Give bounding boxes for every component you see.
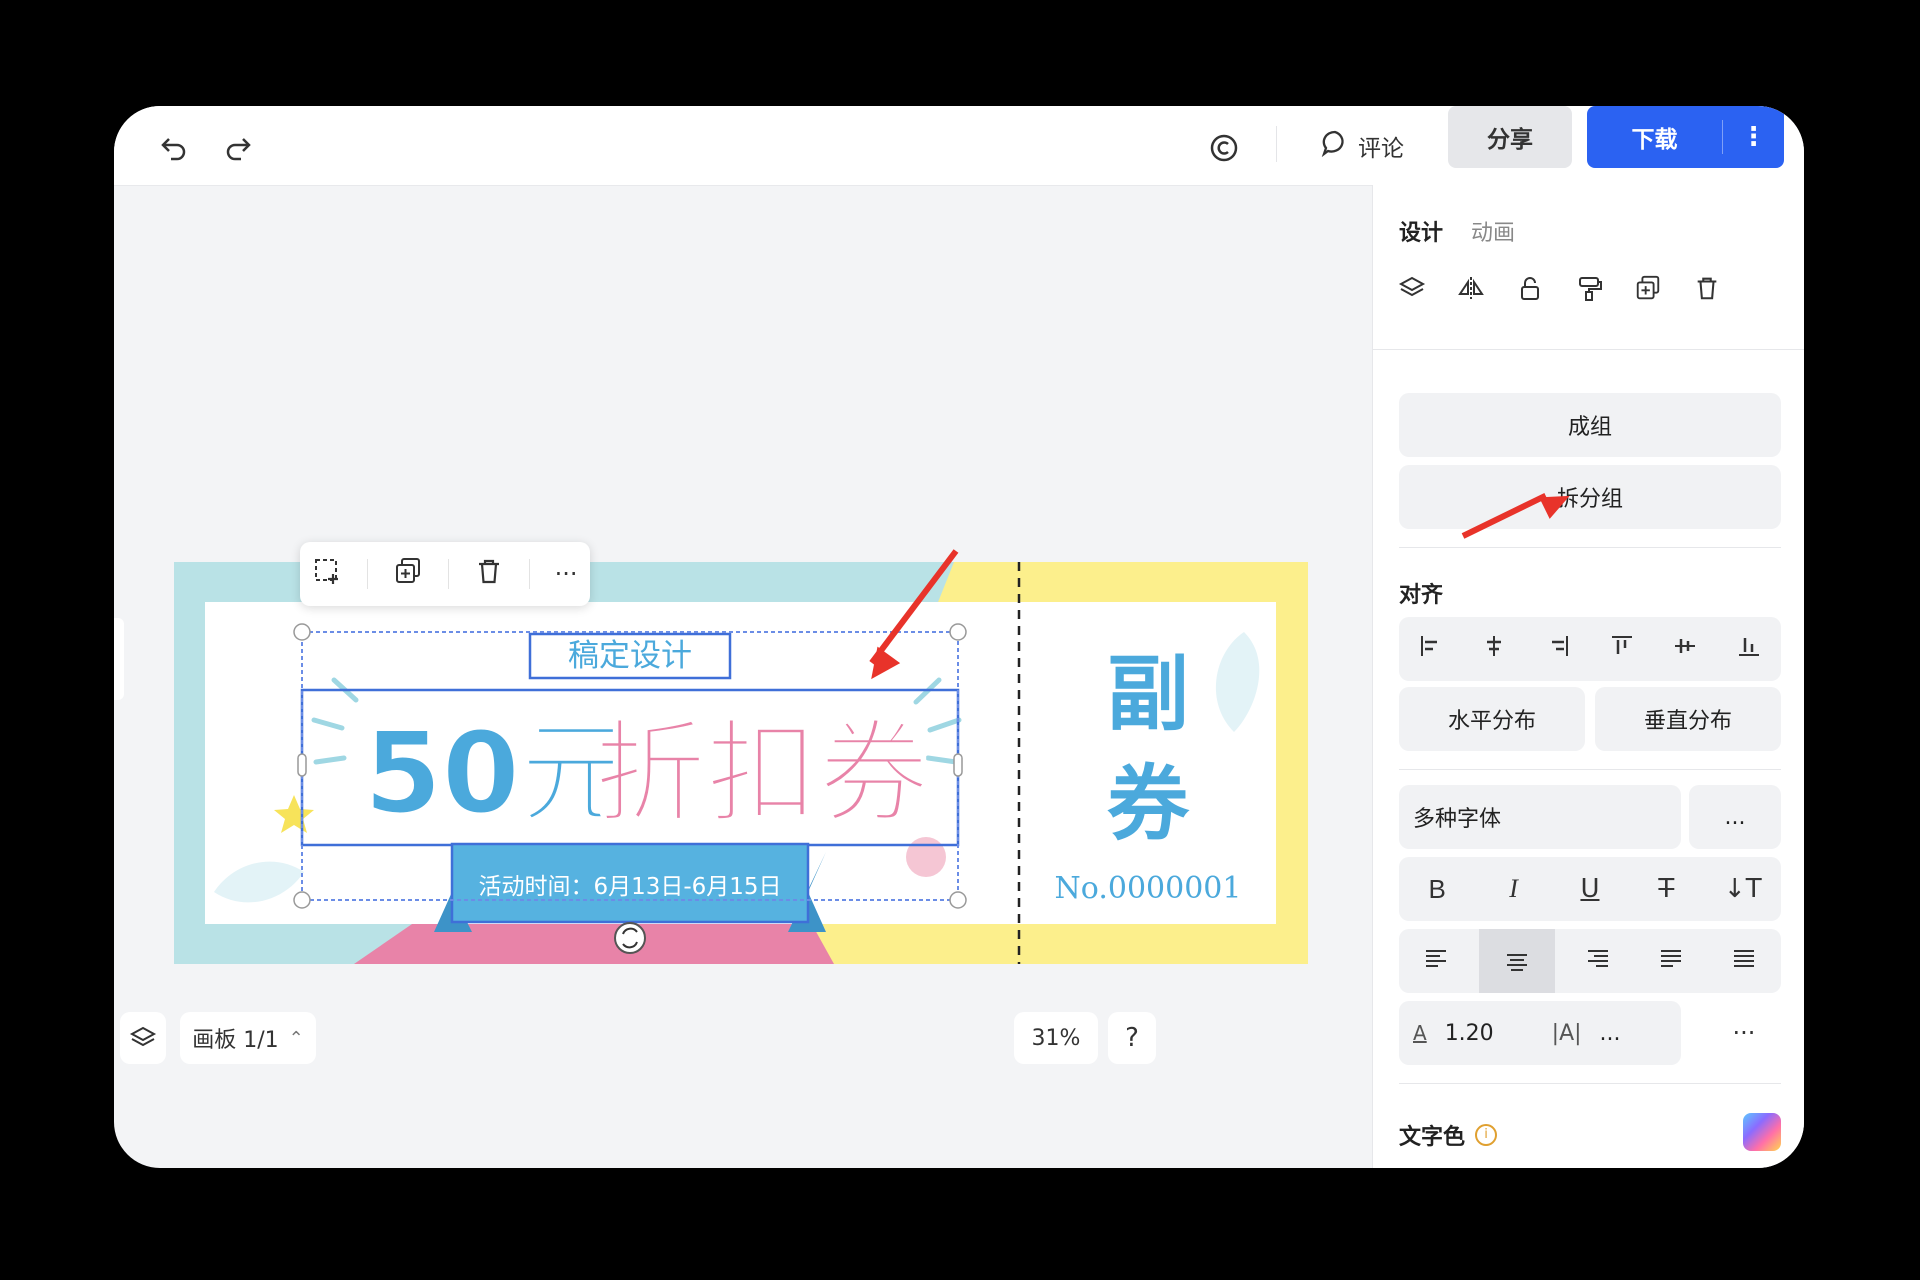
app-screen: 评论 分享 下载 ⋮ 稿定设计 50元 折扣券 活动时间：6月13日-6月15日… xyxy=(114,106,1804,1168)
properties-panel: 设计 动画 成组 拆分组 对齐 水平分布 垂直分布 多种字体 ... B I U… xyxy=(1372,185,1804,1168)
text-color-swatch[interactable] xyxy=(1743,1113,1781,1151)
comment-label: 评论 xyxy=(1358,136,1404,162)
comment-button[interactable]: 评论 xyxy=(1320,120,1404,172)
h-distribute-button[interactable]: 水平分布 xyxy=(1399,687,1585,751)
tab-design[interactable]: 设计 xyxy=(1399,215,1443,247)
font-size-select[interactable]: ... xyxy=(1689,785,1781,849)
divider xyxy=(1399,547,1781,548)
duplicate-icon[interactable] xyxy=(393,556,423,593)
tab-animation[interactable]: 动画 xyxy=(1471,215,1515,247)
trash-icon[interactable] xyxy=(1690,271,1724,305)
spacing-controls: A 1.20 |A| ... xyxy=(1399,1001,1681,1065)
text-justify-icon[interactable] xyxy=(1641,944,1701,979)
divider xyxy=(367,559,369,589)
headline-amount: 50元 xyxy=(364,709,632,839)
divider xyxy=(1399,769,1781,770)
board-selector[interactable]: 画板 1/1 ⌃ xyxy=(180,1012,316,1064)
align-bottom-icon[interactable] xyxy=(1719,632,1779,667)
underline-button[interactable]: U xyxy=(1560,874,1620,904)
text-align-left-icon[interactable] xyxy=(1406,944,1466,979)
divider xyxy=(1373,349,1804,350)
collapse-handle[interactable] xyxy=(114,618,124,700)
info-icon[interactable]: i xyxy=(1475,1124,1498,1146)
more-text-options-button[interactable]: ··· xyxy=(1707,1001,1781,1065)
flip-icon[interactable] xyxy=(1454,271,1488,305)
rotate-handle xyxy=(614,922,646,954)
trash-icon[interactable] xyxy=(474,556,504,593)
align-section-title: 对齐 xyxy=(1399,583,1444,608)
format-painter-icon[interactable] xyxy=(1572,271,1606,305)
text-align-toolbar xyxy=(1399,929,1781,993)
bold-button[interactable]: B xyxy=(1407,874,1467,905)
floating-toolbar: ··· xyxy=(300,542,590,606)
ungroup-button[interactable]: 拆分组 xyxy=(1399,465,1781,529)
letter-spacing-value[interactable]: ... xyxy=(1600,1021,1621,1046)
v-distribute-button[interactable]: 垂直分布 xyxy=(1595,687,1781,751)
brand-text: 稿定设计 xyxy=(568,638,692,674)
font-family-select[interactable]: 多种字体 xyxy=(1399,785,1681,849)
date-text: 活动时间：6月13日-6月15日 xyxy=(478,874,781,900)
line-height-icon: A xyxy=(1413,1021,1427,1045)
text-color-row: 文字色 i xyxy=(1399,1119,1498,1151)
letter-spacing-icon: |A| xyxy=(1551,1020,1582,1046)
stub-text-1: 副 xyxy=(1107,647,1189,742)
headline-discount: 折扣券 xyxy=(594,709,931,839)
board-label: 画板 1/1 xyxy=(192,1028,279,1053)
coupon-artboard[interactable]: 稿定设计 50元 折扣券 活动时间：6月13日-6月15日 副 券 No.000… xyxy=(174,562,1308,964)
redo-icon[interactable] xyxy=(220,130,256,166)
layers-icon[interactable] xyxy=(1395,271,1429,305)
download-button-group: 下载 ⋮ xyxy=(1587,106,1784,168)
undo-icon[interactable] xyxy=(156,130,192,166)
serial-number: No.0000001 xyxy=(1055,871,1242,906)
select-add-icon[interactable] xyxy=(312,556,342,593)
italic-button[interactable]: I xyxy=(1484,874,1544,904)
divider xyxy=(1399,1083,1781,1084)
text-distribute-icon[interactable] xyxy=(1714,944,1774,979)
align-right-icon[interactable] xyxy=(1528,632,1588,667)
align-toolbar xyxy=(1399,617,1781,681)
align-left-icon[interactable] xyxy=(1401,632,1461,667)
divider xyxy=(448,559,449,589)
help-button[interactable]: ? xyxy=(1108,1012,1156,1064)
group-button[interactable]: 成组 xyxy=(1399,393,1781,457)
device-frame: 评论 分享 下载 ⋮ 稿定设计 50元 折扣券 活动时间：6月13日-6月15日… xyxy=(0,0,1920,1280)
share-button[interactable]: 分享 xyxy=(1448,106,1572,168)
more-icon[interactable]: ··· xyxy=(555,560,578,588)
line-height-value[interactable]: 1.20 xyxy=(1445,1021,1494,1046)
stub-text-2: 券 xyxy=(1107,757,1190,852)
download-button[interactable]: 下载 xyxy=(1587,106,1722,168)
canvas-area[interactable]: 稿定设计 50元 折扣券 活动时间：6月13日-6月15日 副 券 No.000… xyxy=(114,186,1372,1168)
shell-decoration xyxy=(906,837,946,877)
copyright-icon[interactable] xyxy=(1206,130,1242,166)
text-align-right-icon[interactable] xyxy=(1568,944,1628,979)
align-middle-icon[interactable] xyxy=(1655,632,1715,667)
chevron-up-icon: ⌃ xyxy=(288,1027,304,1049)
download-more-button[interactable]: ⋮ xyxy=(1723,106,1784,168)
divider xyxy=(1276,126,1277,162)
align-top-icon[interactable] xyxy=(1592,632,1652,667)
zoom-level[interactable]: 31% xyxy=(1014,1012,1098,1064)
divider xyxy=(528,559,530,589)
layers-button[interactable] xyxy=(120,1012,166,1064)
text-align-center-icon[interactable] xyxy=(1478,929,1555,993)
text-style-toolbar: B I U T ↓T xyxy=(1399,857,1781,921)
comment-icon xyxy=(1320,128,1350,164)
duplicate-icon[interactable] xyxy=(1631,271,1665,305)
lock-icon[interactable] xyxy=(1513,271,1547,305)
strikethrough-button[interactable]: T xyxy=(1636,874,1696,904)
vertical-text-button[interactable]: ↓T xyxy=(1713,874,1773,904)
text-color-label: 文字色 xyxy=(1399,1125,1466,1150)
top-bar: 评论 分享 下载 ⋮ xyxy=(114,106,1804,186)
align-center-h-icon[interactable] xyxy=(1464,632,1524,667)
